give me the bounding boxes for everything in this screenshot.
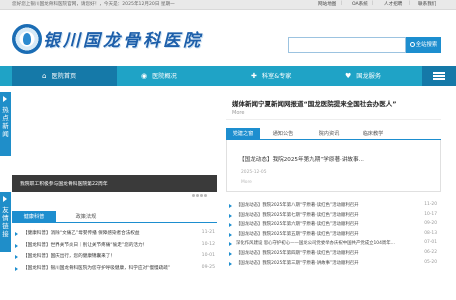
- home-icon: ⌂: [42, 72, 47, 80]
- arrow-right-icon: [3, 196, 7, 202]
- hospital-logo-icon[interactable]: [12, 24, 42, 54]
- service-icon: ♥: [345, 72, 352, 80]
- welcome-text: 您好您上银川国龙骨科医院官网，请您好！，今天是：2025年12月20日 星期一: [12, 2, 175, 7]
- banner-caption[interactable]: 我院职工积极参与国龙骨科医院第22周年: [20, 180, 108, 187]
- tab-notices[interactable]: 通知公告: [266, 128, 300, 140]
- list-item[interactable]: 【国龙动态】我院2025年第四期“学原著·读红色”活动顺利召开 06-22: [226, 249, 441, 259]
- news-tabs: 党建之窗 通知公告 院内资讯 临床教学: [226, 128, 441, 140]
- main-nav: ⌂ 医院首页 ◉ 医院概况 ✚ 科室&专家 ♥ 国龙服务: [0, 66, 456, 86]
- hot-news-side-tab[interactable]: 热 点 新 闻: [0, 92, 11, 156]
- featured-more-link[interactable]: More: [232, 110, 244, 116]
- nav-item-home[interactable]: ⌂ 医院首页: [12, 66, 117, 86]
- tab-policy[interactable]: 政策法规: [64, 211, 108, 223]
- menu-icon[interactable]: [422, 66, 456, 86]
- list-item[interactable]: 【国龙动态】我院2025年第八期“学原著·读红色”活动顺利召开 11-20: [226, 201, 441, 211]
- bullet-icon: [229, 213, 232, 218]
- contact-link[interactable]: 联系我们: [418, 1, 436, 7]
- nav-item-services[interactable]: ♥ 国龙服务: [335, 66, 420, 86]
- featured-news-title[interactable]: 媒体新闻宁夏新闻网报道“国龙医院提来全国社会办医人”: [232, 98, 397, 108]
- list-item[interactable]: 【国龙动态】我院2025年第七期“学原著·读红色”活动顺利召开 10-17: [226, 211, 441, 221]
- list-item[interactable]: 【国龙科普】银川国龙骨科医院为您守护呼吸健康，科学应对“慢慢疏疏” 09-25: [12, 264, 217, 276]
- info-icon: ◉: [141, 72, 148, 80]
- hospital-name-logo[interactable]: 银川国龙骨科医院: [43, 26, 203, 51]
- highlight-more-link[interactable]: More: [241, 180, 252, 185]
- list-item[interactable]: 【健康科普】消除“文痛乙”母婴传播 保障感染者合法权益 11-21: [12, 229, 217, 241]
- nav-item-departments[interactable]: ✚ 科室&专家: [233, 66, 328, 86]
- friend-links-side-tab[interactable]: 友 情 链 接: [0, 192, 11, 252]
- divider: |: [341, 1, 343, 6]
- highlight-news-title[interactable]: 【国龙动态】我院2025年第九期“学原著·讲故事...: [239, 155, 364, 163]
- header: 银川国龙骨科医院 全站搜索: [0, 10, 456, 63]
- highlight-news-date: 2025-12-05: [241, 170, 267, 175]
- list-item[interactable]: 深化作风建设 思心守护初心——国龙公司党委举办庆祝中国共产党成立104周年...…: [226, 239, 441, 249]
- health-tabs: 健康科普 政策法规: [12, 211, 217, 223]
- bullet-icon: [15, 243, 18, 248]
- bullet-icon: [229, 261, 232, 266]
- bullet-icon: [15, 255, 18, 259]
- oa-system-link[interactable]: OA系统: [352, 1, 368, 7]
- arrow-right-icon: [3, 96, 7, 102]
- search-input[interactable]: [288, 37, 406, 53]
- search-icon: [409, 42, 415, 47]
- top-bar: 您好您上银川国龙骨科医院官网，请您好！，今天是：2025年12月20日 星期一 …: [0, 0, 456, 10]
- bullet-icon: [15, 266, 18, 271]
- bullet-icon: [229, 204, 232, 208]
- bullet-icon: [229, 251, 232, 256]
- highlight-news-box: 【国龙动态】我院2025年第九期“学原著·讲故事... 2025-12-05 M…: [226, 140, 441, 192]
- bullet-icon: [229, 223, 232, 228]
- tab-hospital-news[interactable]: 院内资讯: [312, 128, 346, 140]
- nav-item-overview[interactable]: ◉ 医院概况: [117, 66, 217, 86]
- search-button[interactable]: 全站搜索: [406, 37, 441, 53]
- divider: |: [409, 1, 411, 6]
- news-list: 【国龙动态】我院2025年第八期“学原著·读红色”活动顺利召开 11-20 【国龙…: [226, 201, 441, 268]
- list-item[interactable]: 【国龙动态】我院2025年第六期“学原著·读红色”活动顺利召开 09-20: [226, 220, 441, 230]
- list-item[interactable]: 【国龙动态】我院2025年第三期“学原著·讲故事”活动顺利召开 05-20: [226, 259, 441, 269]
- divider: [226, 119, 441, 120]
- bullet-icon: [15, 232, 18, 236]
- divider: |: [372, 1, 374, 6]
- health-list: 【健康科普】消除“文痛乙”母婴传播 保障感染者合法权益 11-21 【国龙科普】世…: [12, 229, 217, 275]
- list-item[interactable]: 【国龙科普】世界关节炎日｜别让关节疼痛“偷走”您的活力！ 10-12: [12, 241, 217, 253]
- bullet-icon: [229, 232, 232, 237]
- list-item[interactable]: 【国龙动态】我院2025年第五期“学原著·读红色”活动顺利召开 08-13: [226, 230, 441, 240]
- tab-health-science[interactable]: 健康科普: [12, 211, 56, 223]
- tab-clinical-teaching[interactable]: 临床教学: [356, 128, 390, 140]
- recruitment-link[interactable]: 人才招聘: [384, 1, 402, 7]
- tab-party-building[interactable]: 党建之窗: [226, 128, 260, 140]
- site-map-link[interactable]: 网站地图: [318, 1, 336, 7]
- bullet-icon: [229, 242, 232, 247]
- slide-indicators[interactable]: [192, 182, 216, 197]
- doctor-icon: ✚: [251, 72, 257, 80]
- list-item[interactable]: 【国龙科普】国庆出行，您的健康锦囊来了！ 10-01: [12, 252, 217, 264]
